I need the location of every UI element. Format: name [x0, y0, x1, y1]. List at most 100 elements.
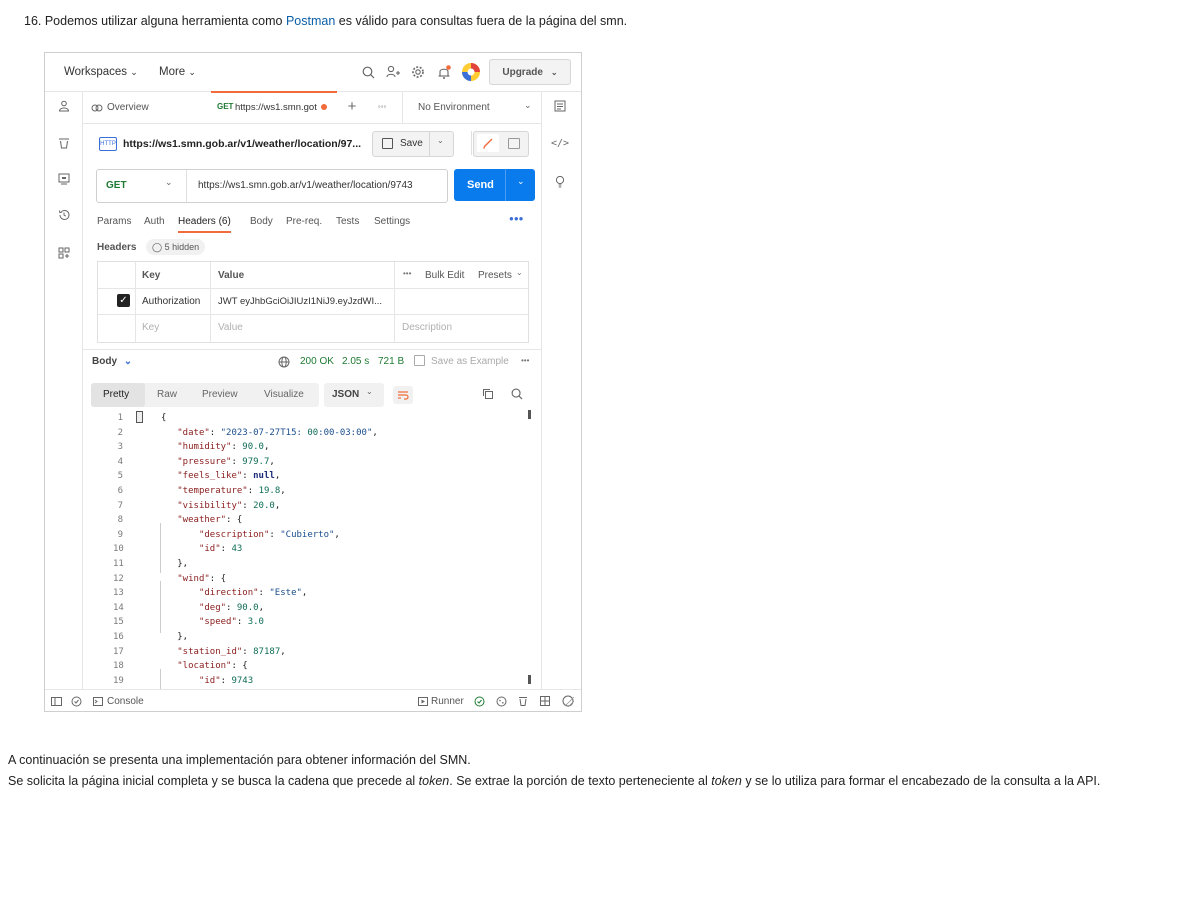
divider: [402, 92, 403, 124]
more-tabs-icon[interactable]: ◦◦◦: [374, 99, 390, 113]
unsaved-dot-icon: [321, 104, 327, 110]
tab-preview[interactable]: Preview: [202, 389, 238, 400]
bell-icon[interactable]: [435, 63, 453, 81]
environment-select[interactable]: No Environment: [418, 102, 490, 113]
postman-link[interactable]: Postman: [286, 14, 335, 28]
sidebar-toggle-icon[interactable]: [49, 695, 63, 707]
tab-method: GET: [217, 102, 234, 111]
chevron-down-icon[interactable]: ⌄: [524, 100, 532, 111]
divider: [505, 169, 506, 201]
more-options-icon[interactable]: •••: [403, 269, 411, 278]
console-button[interactable]: Console: [107, 696, 144, 707]
tab-settings[interactable]: Settings: [374, 216, 410, 227]
request-title[interactable]: https://ws1.smn.gob.ar/v1/weather/locati…: [123, 138, 361, 150]
gear-icon[interactable]: [409, 63, 427, 81]
tab-active-request[interactable]: GET https://ws1.smn.got: [211, 91, 337, 123]
tab-overview[interactable]: Overview: [107, 102, 149, 113]
code-line: 17 "station_id": 87187,: [113, 645, 523, 660]
code-text: "feels_like": null,: [177, 471, 281, 482]
value-input[interactable]: Value: [218, 322, 243, 333]
save-button[interactable]: Save ⌄: [372, 131, 454, 157]
tab-visualize[interactable]: Visualize: [264, 389, 304, 400]
tab-pretty[interactable]: Pretty: [103, 389, 129, 400]
code-icon[interactable]: </>: [551, 135, 569, 151]
invite-user-icon[interactable]: [384, 63, 402, 81]
trash-icon[interactable]: [517, 695, 529, 707]
status-code[interactable]: 200 OK: [300, 356, 334, 367]
tab-headers[interactable]: Headers (6): [178, 216, 231, 233]
more-menu[interactable]: More ⌄: [159, 66, 196, 78]
trash-icon[interactable]: [56, 135, 72, 151]
tab-raw[interactable]: Raw: [157, 389, 177, 400]
environment-quicklook-icon[interactable]: [552, 98, 568, 114]
intro-text-after: es válido para consultas fuera de la pág…: [335, 14, 628, 28]
tab-body[interactable]: Body: [250, 216, 273, 227]
code-text: "description": "Cubierto",: [198, 529, 340, 540]
more-options-icon[interactable]: ●●●: [509, 214, 524, 223]
code-line: 13 "direction": "Este",: [113, 586, 523, 601]
chevron-down-icon[interactable]: ⌄: [165, 177, 173, 188]
format-select[interactable]: JSON ⌄: [324, 383, 384, 407]
tab-prereq[interactable]: Pre-req.: [286, 216, 322, 227]
line-number: 16: [113, 631, 124, 642]
save-as-example-button[interactable]: Save as Example: [431, 356, 509, 367]
chevron-down-icon[interactable]: ⌄: [516, 268, 523, 277]
online-status-icon[interactable]: [69, 695, 83, 707]
save-icon: [382, 138, 393, 149]
col-key: Key: [142, 270, 161, 281]
runner-button[interactable]: Runner: [431, 696, 464, 707]
response-size[interactable]: 721 B: [378, 356, 404, 367]
header-key[interactable]: Authorization: [142, 296, 200, 307]
code-text: },: [161, 558, 189, 569]
url-input[interactable]: https://ws1.smn.gob.ar/v1/weather/locati…: [198, 180, 413, 191]
code-line: 1{: [113, 411, 523, 426]
code-line: 14 "deg": 90.0,: [113, 601, 523, 616]
scrollbar-thumb[interactable]: [528, 675, 531, 684]
wrap-lines-icon[interactable]: [393, 386, 413, 404]
description-input[interactable]: Description: [402, 322, 452, 333]
edit-toggle[interactable]: [473, 131, 529, 157]
layout-icon[interactable]: [539, 695, 551, 707]
line-number: 5: [117, 471, 123, 482]
user-icon[interactable]: [56, 98, 72, 114]
capture-icon[interactable]: [473, 695, 485, 707]
scrollbar-thumb[interactable]: [528, 410, 531, 419]
response-body-select[interactable]: Body ⌄: [92, 356, 132, 367]
hidden-headers-toggle[interactable]: ◯ 5 hidden: [146, 239, 206, 255]
environment-icon[interactable]: [56, 171, 72, 187]
search-icon[interactable]: [359, 63, 377, 81]
apps-icon[interactable]: [56, 245, 72, 261]
response-code: 1{2 "date": "2023-07-27T15: 00:00-03:00"…: [113, 411, 523, 688]
presets-button[interactable]: Presets: [478, 270, 512, 281]
code-line: 8 "weather": {: [113, 513, 523, 528]
method-select[interactable]: GET: [106, 180, 127, 191]
header-value[interactable]: JWT eyJhbGciOiJIUzI1NiJ9.eyJzdWI...: [218, 296, 382, 307]
workspaces-label: Workspaces: [64, 66, 128, 78]
help-icon[interactable]: [561, 695, 575, 707]
upgrade-button[interactable]: Upgrade ⌄: [489, 59, 571, 85]
bulk-edit-button[interactable]: Bulk Edit: [425, 270, 464, 281]
code-line: 5 "feels_like": null,: [113, 469, 523, 484]
history-icon[interactable]: [56, 207, 72, 223]
line-number: 10: [113, 544, 124, 555]
search-icon[interactable]: [510, 387, 524, 401]
lightbulb-icon[interactable]: [552, 173, 568, 189]
send-label: Send: [467, 179, 494, 191]
workspaces-menu[interactable]: Workspaces ⌄: [64, 66, 138, 78]
tab-params[interactable]: Params: [97, 216, 131, 227]
avatar[interactable]: [461, 62, 481, 82]
tab-auth[interactable]: Auth: [144, 216, 165, 227]
send-button[interactable]: Send ⌄: [454, 169, 535, 201]
http-icon: HTTP: [99, 137, 117, 151]
tab-tests[interactable]: Tests: [336, 216, 359, 227]
more-options-icon[interactable]: •••: [521, 356, 529, 365]
plus-icon[interactable]: +: [345, 98, 359, 115]
code-text: "date": "2023-07-27T15: 00:00-03:00",: [177, 427, 378, 438]
copy-icon[interactable]: [481, 387, 495, 401]
cookies-icon[interactable]: [495, 695, 507, 707]
line-number: 6: [117, 485, 123, 496]
response-time[interactable]: 2.05 s: [342, 356, 369, 367]
header-enabled-checkbox[interactable]: ✓: [117, 294, 130, 307]
key-input[interactable]: Key: [142, 322, 159, 333]
divider: [429, 132, 430, 156]
